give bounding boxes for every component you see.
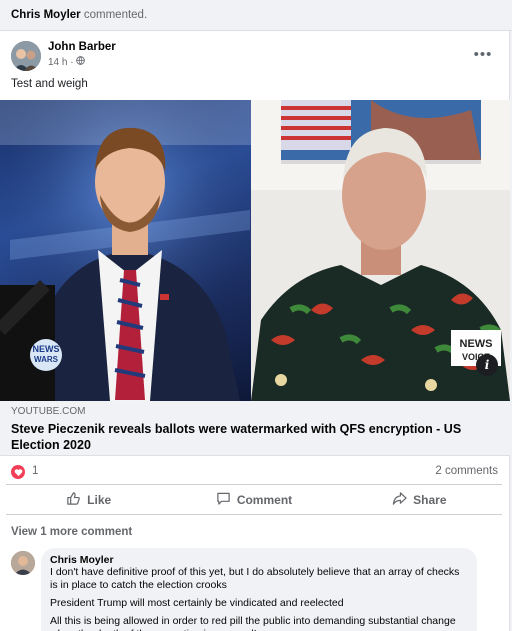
link-preview[interactable]: YOUTUBE.COM Steve Pieczenik reveals ball… (0, 401, 510, 456)
share-button[interactable]: Share (337, 485, 502, 514)
post-time[interactable]: 14 h · (48, 57, 74, 68)
comment-label: Comment (236, 492, 293, 507)
author-name[interactable]: John Barber (48, 41, 116, 53)
reaction-count[interactable]: 1 (32, 465, 38, 477)
notice-name[interactable]: Chris Moyler (11, 9, 81, 21)
comment-icon (216, 491, 231, 509)
info-icon-glyph: i (484, 358, 490, 372)
link-title[interactable]: Steve Pieczenik reveals ballots were wat… (11, 421, 481, 453)
activity-notice: Chris Moyler commented. (0, 0, 512, 31)
info-icon[interactable]: i (476, 354, 498, 376)
newswars-logo-text-2: WARS (34, 355, 59, 364)
view-more-comments-link[interactable]: View 1 more comment (11, 526, 132, 538)
post-text: Test and weigh (11, 78, 88, 90)
video-thumbnail[interactable]: NEWS WARS NEWS VOICE i (0, 100, 510, 401)
comment-paragraph: All this is being allowed in order to re… (50, 615, 456, 631)
left-video-panel: NEWS WARS (0, 100, 251, 401)
post-meta: 14 h · (48, 56, 85, 68)
notice-action: commented. (83, 9, 148, 21)
comments-count[interactable]: 2 comments (435, 465, 498, 477)
post-header: John Barber 14 h · ••• (0, 31, 510, 73)
comment-paragraph: President Trump will most certainly be v… (50, 597, 344, 609)
more-options-button[interactable]: ••• (470, 45, 496, 63)
globe-icon (75, 56, 85, 68)
author-avatar[interactable] (11, 41, 41, 71)
newswars-logo-text-1: NEWS (33, 344, 60, 354)
link-domain: YOUTUBE.COM (11, 406, 86, 417)
comment-author[interactable]: Chris Moyler (50, 554, 468, 566)
reactions-bar: 1 2 comments (0, 456, 510, 486)
share-icon (392, 491, 407, 509)
right-video-panel: NEWS VOICE (251, 100, 510, 401)
post-card: John Barber 14 h · ••• Test and weigh NE… (0, 31, 510, 631)
newsvoice-logo-text-1: NEWS (460, 338, 493, 350)
comment-paragraph: I don't have definitive proof of this ye… (50, 566, 460, 591)
like-label: Like (87, 492, 112, 507)
commenter-avatar[interactable] (11, 551, 35, 575)
like-button[interactable]: Like (6, 485, 171, 514)
post-actions: Like Comment Share (6, 484, 502, 515)
thumbs-up-icon (66, 491, 81, 509)
comment-button[interactable]: Comment (171, 485, 336, 514)
share-label: Share (413, 492, 447, 507)
more-options-icon: ••• (473, 45, 493, 63)
love-reaction-icon[interactable] (11, 465, 25, 479)
comment-bubble: Chris Moyler I don't have definitive pro… (41, 548, 477, 631)
